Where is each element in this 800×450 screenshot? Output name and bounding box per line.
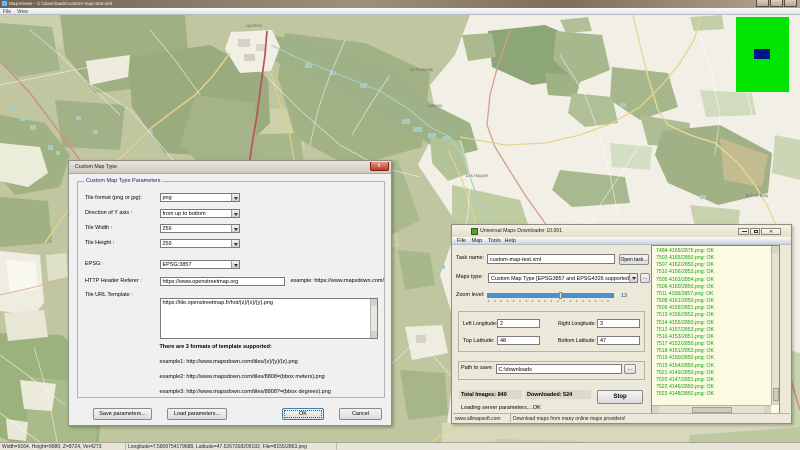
svg-text:Lyons-la: Lyons-la [246,23,262,28]
svg-text:la F.-in-Bray: la F.-in-Bray [746,193,769,198]
svg-text:Lorleau: Lorleau [428,103,443,108]
svg-text:Les Hogues: Les Hogues [466,173,488,178]
svg-text:Le Tronquay: Le Tronquay [410,67,434,72]
